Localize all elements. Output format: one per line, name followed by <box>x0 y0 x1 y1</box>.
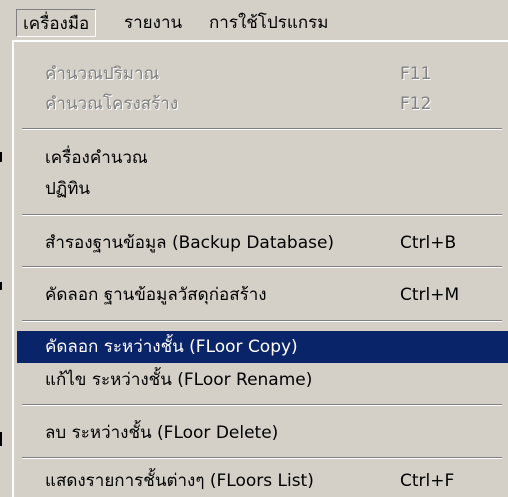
menu-item-shortcut: F12 <box>400 94 432 114</box>
menu-separator <box>22 404 502 406</box>
menu-program-usage[interactable]: การใช้โปรแกรม <box>203 9 334 37</box>
menu-program-usage-label: การใช้โปรแกรม <box>209 13 329 33</box>
menu-tools-label: เครื่องมือ <box>23 14 90 34</box>
menu-item-shortcut: Ctrl+F <box>400 471 455 491</box>
background-window-edge <box>0 282 2 290</box>
menu-item-label: ปฏิทิน <box>45 179 91 199</box>
menu-item-label: แก้ไข ระหว่างชั้น (FLoor Rename) <box>45 370 313 390</box>
menu-reports-label: รายงาน <box>124 13 183 33</box>
menu-item-calculator[interactable]: เครื่องคำนวณ <box>24 142 508 174</box>
background-window-edge <box>0 152 2 162</box>
menu-separator <box>22 266 502 268</box>
menu-separator <box>22 214 502 216</box>
menu-item-floor-rename[interactable]: แก้ไข ระหว่างชั้น (FLoor Rename) <box>24 364 508 396</box>
menu-item-floors-list[interactable]: แสดงรายการชั้นต่างๆ (FLoors List) Ctrl+F <box>24 465 508 497</box>
tools-dropdown-menu: คำนวณปริมาณ F11 คำนวณโครงสร้าง F12 เครื่… <box>12 40 508 497</box>
menu-item-shortcut: Ctrl+B <box>400 233 457 253</box>
menu-item-copy-materials-database[interactable]: คัดลอก ฐานข้อมูลวัสดุก่อสร้าง Ctrl+M <box>24 279 508 311</box>
menu-separator <box>22 320 502 322</box>
menu-item-label: คำนวณโครงสร้าง <box>45 94 179 114</box>
menu-item-calculate-quantity[interactable]: คำนวณปริมาณ F11 <box>24 58 508 90</box>
menu-item-label: แสดงรายการชั้นต่างๆ (FLoors List) <box>45 471 314 491</box>
menu-separator <box>22 457 502 459</box>
menu-reports[interactable]: รายงาน <box>118 9 188 37</box>
menu-item-label: สำรองฐานข้อมูล (Backup Database) <box>45 233 335 253</box>
menu-item-backup-database[interactable]: สำรองฐานข้อมูล (Backup Database) Ctrl+B <box>24 227 508 259</box>
menu-item-calendar[interactable]: ปฏิทิน <box>24 173 508 205</box>
menu-item-label: ลบ ระหว่างชั้น (FLoor Delete) <box>45 423 279 443</box>
menu-item-label: คัดลอก ฐานข้อมูลวัสดุก่อสร้าง <box>45 285 267 305</box>
menu-item-label: เครื่องคำนวณ <box>45 148 148 168</box>
background-window-edge <box>0 432 2 446</box>
menu-item-shortcut: Ctrl+M <box>400 285 460 305</box>
menu-item-floor-delete[interactable]: ลบ ระหว่างชั้น (FLoor Delete) <box>24 417 508 449</box>
menu-item-label: คำนวณปริมาณ <box>45 64 160 84</box>
menu-tools[interactable]: เครื่องมือ <box>16 9 97 37</box>
menu-bar: เครื่องมือ รายงาน การใช้โปรแกรม <box>0 0 508 40</box>
menu-item-floor-copy[interactable]: คัดลอก ระหว่างชั้น (FLoor Copy) <box>17 331 508 363</box>
menu-item-calculate-structure[interactable]: คำนวณโครงสร้าง F12 <box>24 88 508 120</box>
menu-item-label: คัดลอก ระหว่างชั้น (FLoor Copy) <box>45 337 298 357</box>
menu-item-shortcut: F11 <box>400 64 432 84</box>
menu-separator <box>22 128 502 130</box>
